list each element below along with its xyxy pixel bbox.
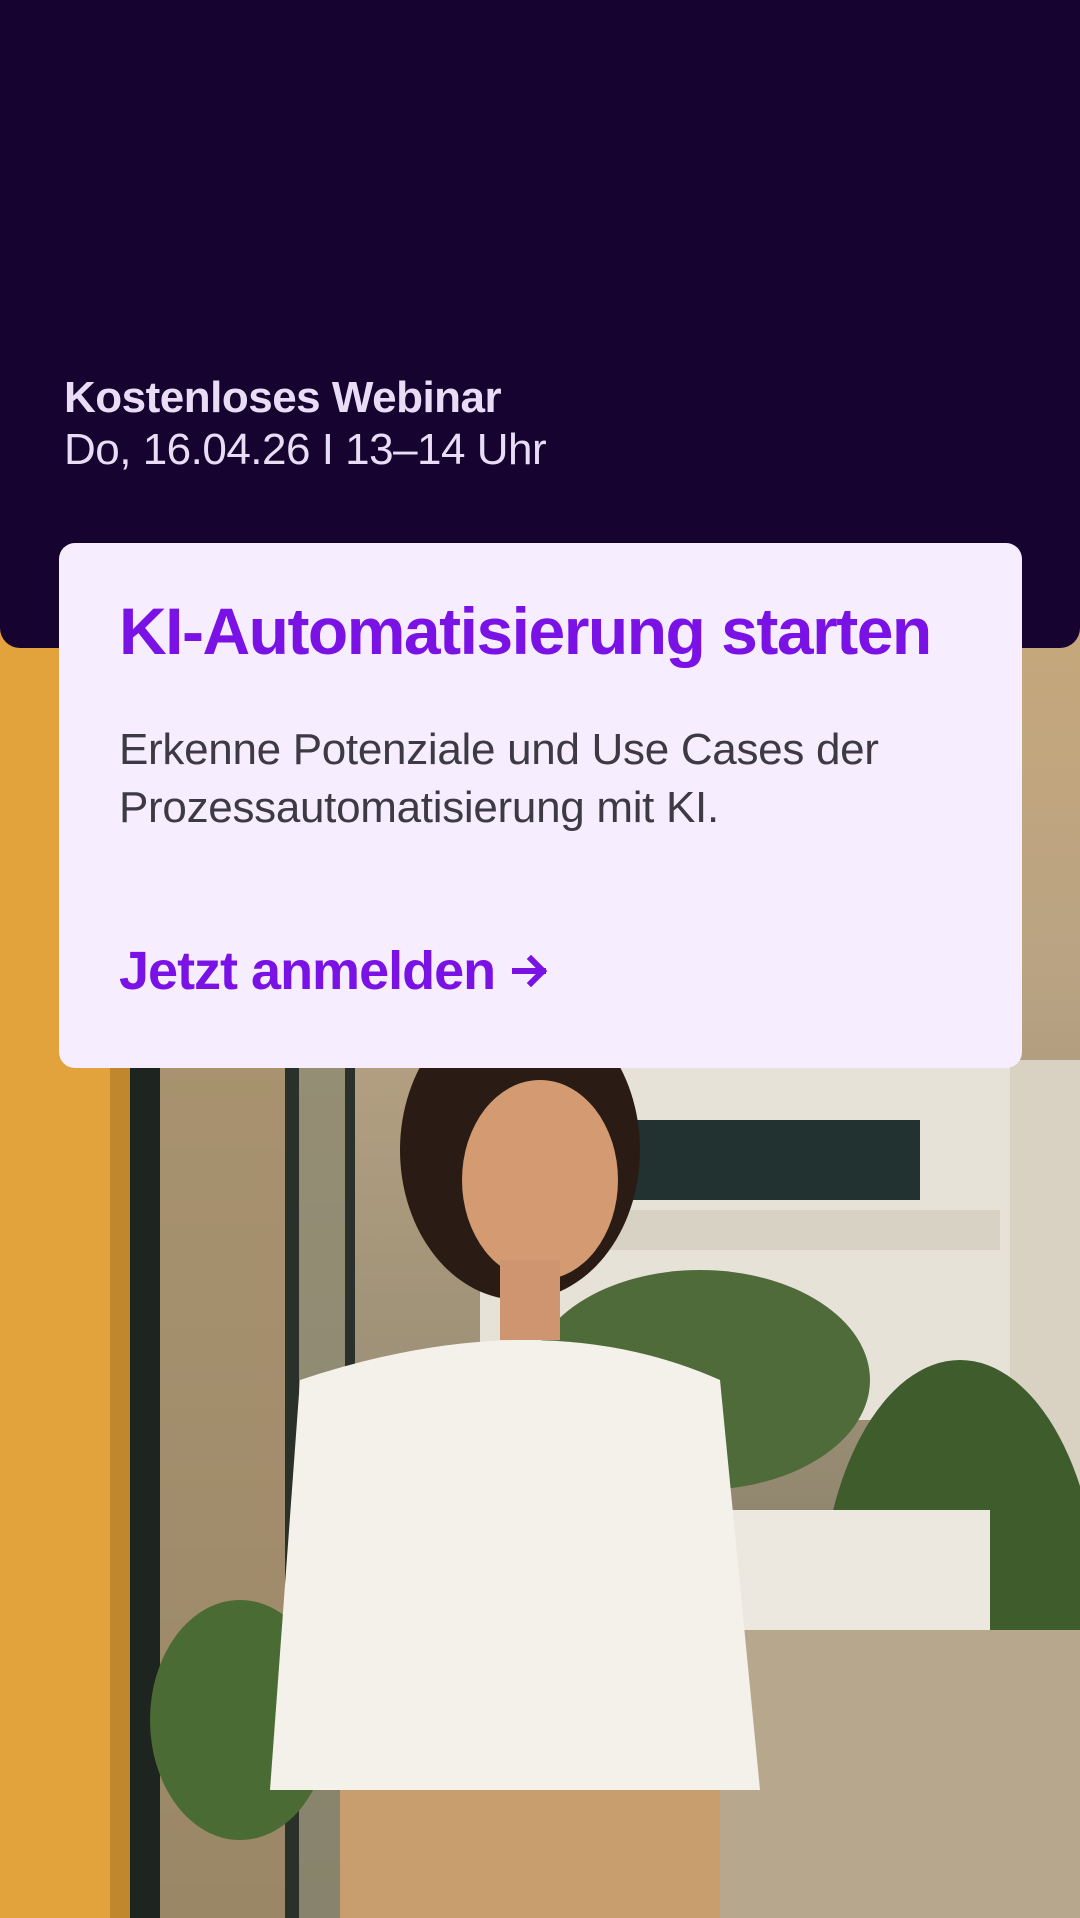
register-link[interactable]: Jetzt anmelden	[119, 939, 553, 1003]
ad-page: Kostenloses Webinar Do, 16.04.26 I 13–14…	[0, 0, 1080, 1918]
promo-card[interactable]: KI-Automatisierung starten Erkenne Poten…	[59, 543, 1022, 1068]
event-label: Kostenloses Webinar	[64, 373, 502, 422]
event-info: Kostenloses Webinar Do, 16.04.26 I 13–14…	[64, 372, 547, 476]
card-description: Erkenne Potenziale und Use Cases der Pro…	[119, 725, 879, 832]
card-title: KI-Automatisierung starten	[119, 594, 932, 668]
register-link-label: Jetzt anmelden	[119, 941, 496, 1001]
arrow-right-icon	[509, 949, 553, 993]
event-datetime: Do, 16.04.26 I 13–14 Uhr	[64, 425, 547, 474]
